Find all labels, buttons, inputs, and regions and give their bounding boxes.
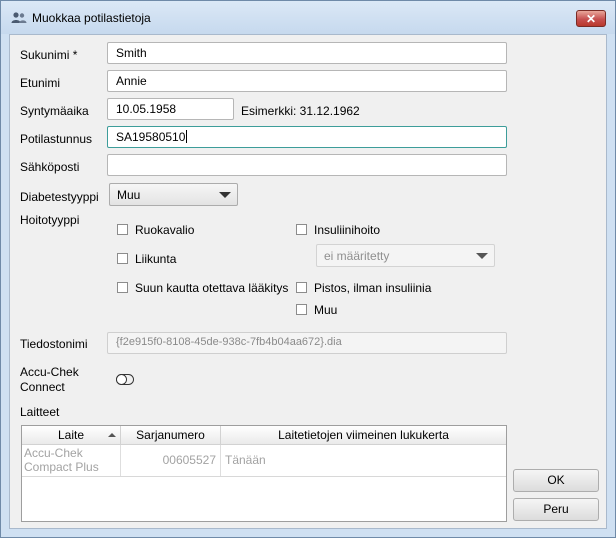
diet-label: Ruokavalio bbox=[135, 223, 195, 237]
oral-medication-label: Suun kautta otettava lääkitys bbox=[135, 281, 289, 295]
ok-button[interactable]: OK bbox=[513, 469, 599, 492]
firstname-label: Etunimi bbox=[20, 76, 61, 90]
users-icon bbox=[11, 12, 27, 23]
other-treatment-checkbox[interactable] bbox=[296, 304, 307, 315]
dialog-window: Muokkaa potilastietoja ✕ Sukunimi * Smit… bbox=[0, 0, 616, 538]
diabetes-label: Diabetestyyppi bbox=[20, 190, 99, 204]
filename-label: Tiedostonimi bbox=[20, 337, 88, 351]
birthdate-label: Syntymäaika bbox=[20, 104, 89, 118]
toggle-knob bbox=[116, 374, 127, 385]
birthdate-example: Esimerkki: 31.12.1962 bbox=[241, 104, 360, 118]
birthdate-field[interactable]: 10.05.1958 bbox=[107, 98, 234, 120]
treatment-label: Hoitotyyppi bbox=[20, 213, 80, 227]
filename-field: {f2e915f0-8108-45de-938c-7fb4b04aa672}.d… bbox=[107, 332, 507, 354]
window-title: Muokkaa potilastietoja bbox=[32, 11, 151, 25]
close-button[interactable]: ✕ bbox=[576, 10, 606, 27]
other-treatment-label: Muu bbox=[314, 303, 338, 317]
email-field[interactable] bbox=[107, 154, 507, 176]
devices-table: Laite Sarjanumero Laitetietojen viimeine… bbox=[21, 425, 507, 522]
injection-label: Pistos, ilman insuliinia bbox=[314, 281, 432, 295]
exercise-checkbox[interactable] bbox=[117, 253, 128, 264]
column-header-last-read[interactable]: Laitetietojen viimeinen lukukerta bbox=[221, 426, 506, 444]
diabetes-type-value: Muu bbox=[117, 188, 141, 202]
oral-medication-checkbox[interactable] bbox=[117, 282, 128, 293]
insulin-type-select[interactable]: ei määritetty bbox=[316, 244, 495, 267]
accuchek-connect-toggle[interactable] bbox=[116, 374, 134, 385]
firstname-field[interactable]: Annie bbox=[107, 70, 507, 92]
diabetes-type-select[interactable]: Muu bbox=[109, 183, 238, 206]
injection-checkbox[interactable] bbox=[296, 282, 307, 293]
serial-cell: 00605527 bbox=[121, 445, 221, 476]
patientid-value: SA19580510 bbox=[116, 130, 186, 144]
insulin-label: Insuliinihoito bbox=[314, 223, 381, 237]
insulin-type-value: ei määritetty bbox=[324, 249, 390, 263]
dialog-body: Sukunimi * Smith Etunimi Annie Syntymäai… bbox=[9, 34, 607, 529]
insulin-checkbox[interactable] bbox=[296, 224, 307, 235]
cancel-button[interactable]: Peru bbox=[513, 498, 599, 521]
accuchek-label-line1: Accu-Chek bbox=[20, 365, 79, 379]
device-cell: Accu-Chek Compact Plus bbox=[22, 445, 121, 476]
accuchek-label-line2: Connect bbox=[20, 380, 65, 394]
patientid-field[interactable]: SA19580510 bbox=[107, 126, 507, 148]
sort-ascending-icon bbox=[108, 433, 116, 437]
surname-label: Sukunimi * bbox=[20, 48, 78, 62]
chevron-down-icon bbox=[476, 253, 488, 259]
exercise-label: Liikunta bbox=[135, 252, 177, 266]
last-read-cell: Tänään bbox=[225, 453, 266, 467]
column-header-device[interactable]: Laite bbox=[22, 426, 121, 444]
text-caret bbox=[186, 130, 188, 143]
title-bar: Muokkaa potilastietoja ✕ bbox=[1, 1, 615, 34]
surname-field[interactable]: Smith bbox=[107, 42, 507, 64]
table-row[interactable]: Accu-Chek Compact Plus 00605527 Tänään bbox=[22, 445, 506, 477]
chevron-down-icon bbox=[219, 192, 231, 198]
devices-label: Laitteet bbox=[20, 405, 60, 419]
email-label: Sähköposti bbox=[20, 160, 80, 174]
column-header-serial[interactable]: Sarjanumero bbox=[121, 426, 221, 444]
patientid-label: Potilastunnus bbox=[20, 132, 93, 146]
table-header: Laite Sarjanumero Laitetietojen viimeine… bbox=[22, 426, 506, 445]
diet-checkbox[interactable] bbox=[117, 224, 128, 235]
